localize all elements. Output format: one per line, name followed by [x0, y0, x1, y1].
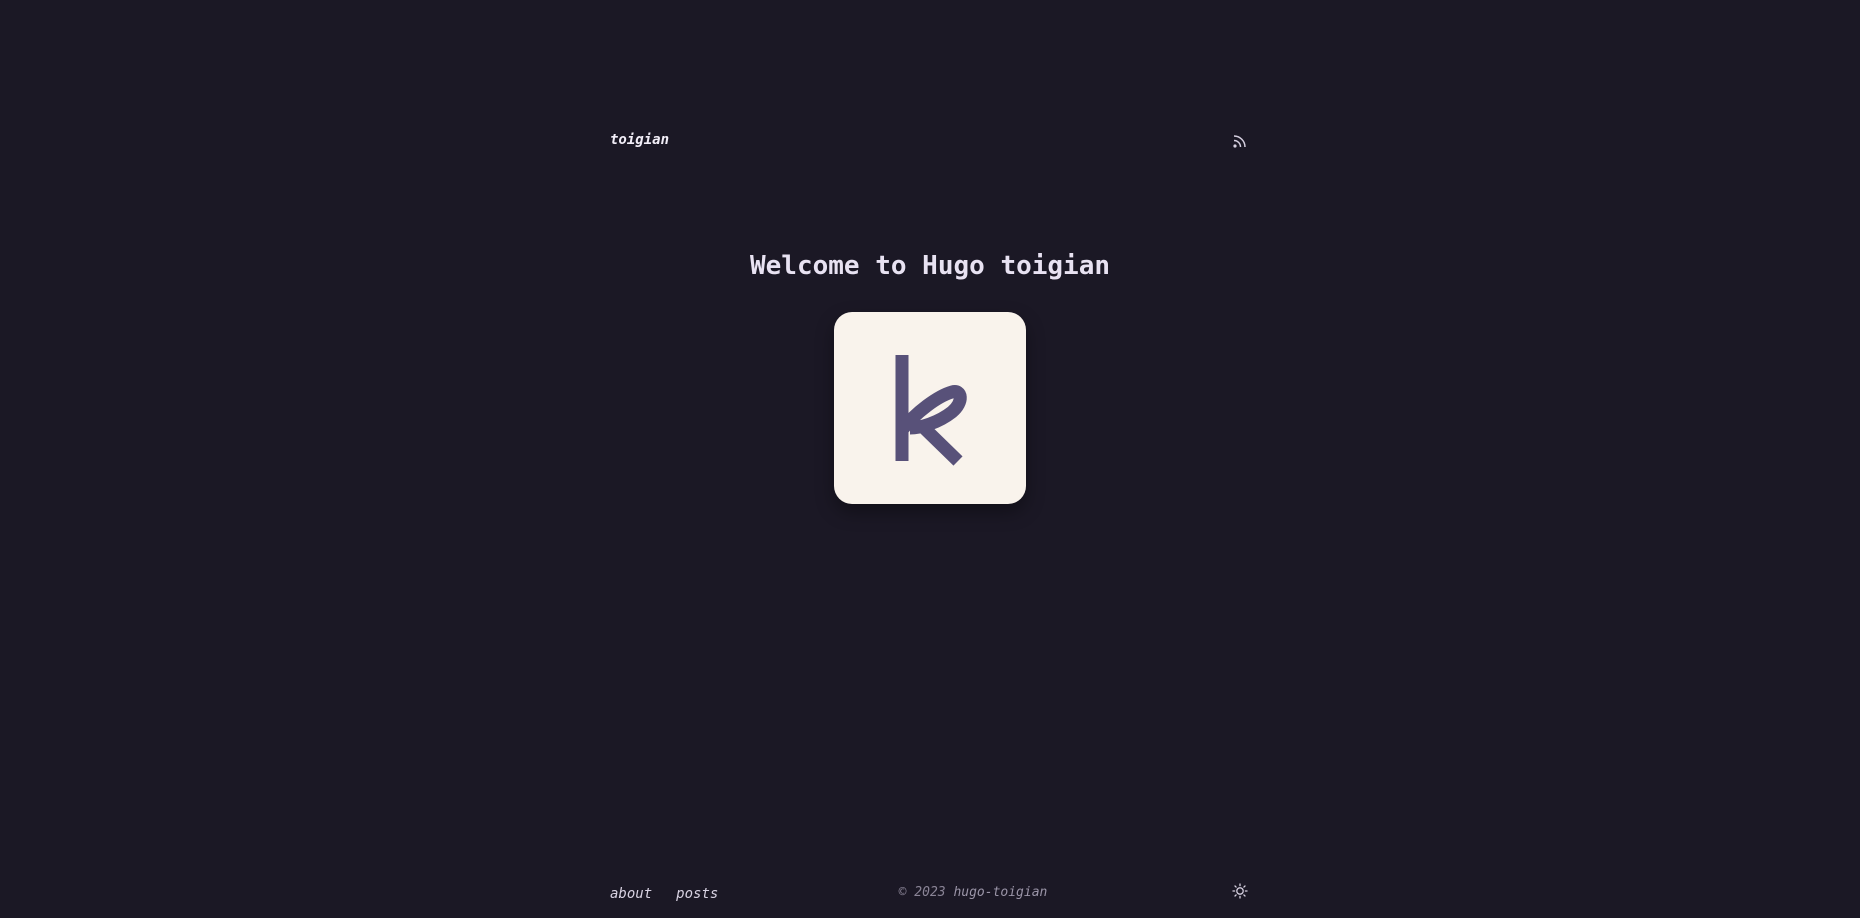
page: toigian Welcome to Hugo toigian about po…: [0, 0, 1860, 918]
page-title: Welcome to Hugo toigian: [749, 251, 1111, 281]
sun-icon[interactable]: [1232, 883, 1248, 899]
rss-icon[interactable]: [1232, 133, 1248, 149]
site-title-link[interactable]: toigian: [610, 130, 669, 150]
copyright: © 2023 hugo-toigian: [0, 883, 1860, 903]
copyright-owner: hugo-toigian: [953, 885, 1048, 900]
logo-k-glyph: [895, 355, 967, 466]
copyright-prefix: © 2023: [898, 885, 946, 900]
site-logo: [834, 312, 1026, 504]
